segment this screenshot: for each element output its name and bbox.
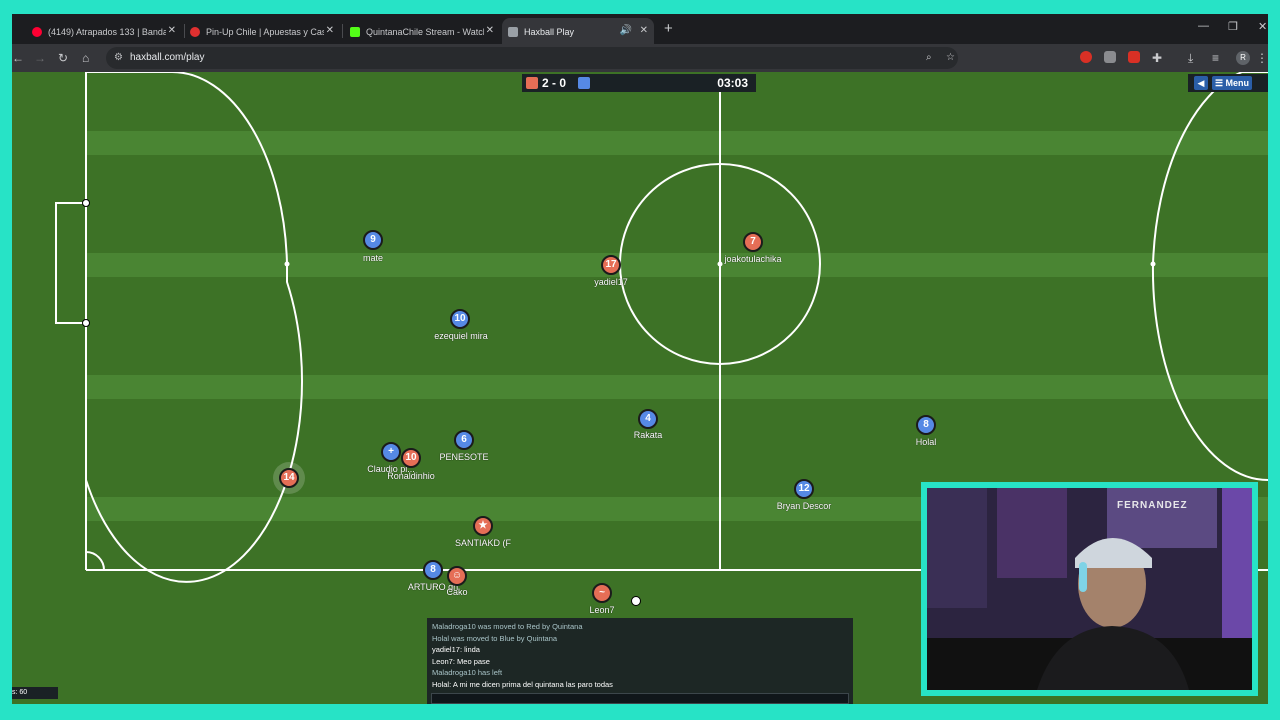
close-tab-icon[interactable]: ✕ [168, 18, 176, 44]
pinup-icon [190, 26, 200, 37]
player-avatar: ~ [592, 583, 612, 603]
chat-input[interactable] [431, 693, 849, 704]
browser-toolbar: ← → ↻ ⌂ ⚙ haxball.com/play ⌕ ☆ ✚ ⤓ ≡ R ⋮ [12, 44, 1268, 72]
close-tab-icon[interactable]: ✕ [486, 18, 494, 44]
player-avatar: 9 [363, 230, 383, 250]
restore-icon[interactable]: ❐ [1228, 20, 1238, 33]
player-name: PENESOTE [439, 452, 489, 462]
player-name: joakotulachika [724, 254, 782, 264]
tab-pinup[interactable]: Pin-Up Chile | Apuestas y Casin ✕ [184, 18, 340, 44]
menu-label: Menu [1225, 78, 1250, 88]
player-avatar: ★ [473, 516, 493, 536]
player-avatar: 12 [794, 479, 814, 499]
game-menu-bar: ◀ ☰ Menu [1188, 74, 1268, 92]
player-name: ezequiel mira [434, 331, 488, 341]
tab-label: Haxball Play [524, 26, 575, 37]
chat-line: Maladroga10 has left [432, 668, 503, 677]
close-tab-icon[interactable]: ✕ [326, 18, 334, 44]
chat-box: Maladroga10 was moved to Red by Quintana… [427, 618, 853, 704]
download-icon[interactable]: ⤓ [1188, 50, 1193, 66]
haxball-icon [508, 26, 518, 37]
player-name: Bryan Descor [776, 501, 832, 511]
chat-line: Holal was moved to Blue by Quintana [432, 633, 558, 643]
player-avatar: 17 [601, 255, 621, 275]
player-name: Holal [915, 437, 937, 447]
new-tab-button[interactable]: + [664, 18, 673, 40]
extension-icon[interactable] [1128, 51, 1140, 63]
close-tab-icon[interactable]: ✕ [640, 18, 648, 44]
browser-menu-icon[interactable]: ⋮ [1256, 50, 1268, 66]
extension-icon[interactable] [1104, 51, 1116, 63]
player-name: Rakata [633, 430, 663, 440]
scoreboard: 2 - 0 03:03 [522, 74, 756, 92]
webcam-video: FERNANDEZ [927, 488, 1252, 690]
player-avatar: ☺ [447, 566, 467, 586]
home-icon[interactable]: ⌂ [82, 50, 89, 66]
tab-label: Pin-Up Chile | Apuestas y Casin [206, 26, 324, 37]
minimize-icon[interactable]: — [1198, 20, 1209, 32]
webcam-sign-text: FERNANDEZ [1117, 500, 1188, 511]
address-bar[interactable]: ⚙ haxball.com/play ⌕ ☆ [106, 47, 958, 69]
game-clock: 03:03 [717, 76, 748, 90]
profile-avatar[interactable]: R [1236, 51, 1250, 65]
chat-line: Holal: A mi me dicen prima del quintana … [432, 679, 613, 689]
extension-icon[interactable] [1080, 51, 1092, 63]
site-info-icon[interactable]: ⚙ [114, 47, 123, 69]
chat-line: Leon7: Meo pase [432, 656, 490, 666]
tab-youtube[interactable]: (4149) Atrapados 133 | Bandas ✕ [26, 18, 182, 44]
player-avatar: 8 [423, 560, 443, 580]
tab-kick-stream[interactable]: QuintanaChile Stream - Watch ✕ [344, 18, 500, 44]
zoom-icon[interactable]: ⌕ [926, 47, 932, 69]
tab-label: (4149) Atrapados 133 | Bandas [48, 26, 166, 37]
tab-haxball[interactable]: Haxball Play 🔊 ✕ [502, 18, 654, 44]
menu-button[interactable]: ☰ Menu [1212, 76, 1252, 90]
player-avatar: 10 [450, 309, 470, 329]
player-avatar-self: 14 [279, 468, 299, 488]
player-name: mate [362, 253, 384, 263]
player-avatar: 10 [401, 448, 421, 468]
chat-line: yadiel17: linda [432, 645, 480, 654]
player-name: Cako [446, 587, 468, 597]
player-name: SANTIAKD (F [454, 538, 512, 548]
youtube-icon [32, 26, 42, 37]
player-avatar: 6 [454, 430, 474, 450]
red-team-icon [526, 77, 538, 89]
player-avatar: 7 [743, 232, 763, 252]
webcam-overlay: FERNANDEZ [921, 482, 1258, 696]
player-name: yadiel17 [594, 277, 628, 287]
chat-line: Maladroga10 was moved to Red by Quintana [432, 622, 583, 631]
blue-team-icon [578, 77, 590, 89]
reload-icon[interactable]: ↻ [58, 50, 68, 66]
close-window-icon[interactable]: ✕ [1258, 20, 1267, 33]
puzzle-icon[interactable]: ✚ [1152, 50, 1162, 66]
bookmark-star-icon[interactable]: ☆ [946, 47, 955, 69]
player-avatar: 8 [916, 415, 936, 435]
forward-icon[interactable]: → [34, 50, 46, 66]
sound-icon[interactable]: ◀ [1194, 76, 1208, 90]
kick-icon [350, 26, 360, 37]
speaker-icon[interactable]: 🔊 [620, 18, 632, 44]
url-text: haxball.com/play [130, 52, 205, 63]
player-avatar: 4 [638, 409, 658, 429]
player-name: Ronaldinhio [387, 471, 435, 481]
ball [631, 596, 641, 606]
webcam-scene [927, 488, 1252, 690]
player-name: Leon7 [589, 605, 615, 615]
tab-search-icon[interactable]: ≡ [1212, 50, 1219, 66]
player-avatar: + [381, 442, 401, 462]
tab-strip: (4149) Atrapados 133 | Bandas ✕ Pin-Up Ch… [12, 14, 1268, 44]
back-icon[interactable]: ← [12, 50, 24, 66]
fps-counter: s: 60 [12, 687, 58, 699]
tab-label: QuintanaChile Stream - Watch [366, 26, 484, 37]
score: 2 - 0 [542, 76, 567, 90]
